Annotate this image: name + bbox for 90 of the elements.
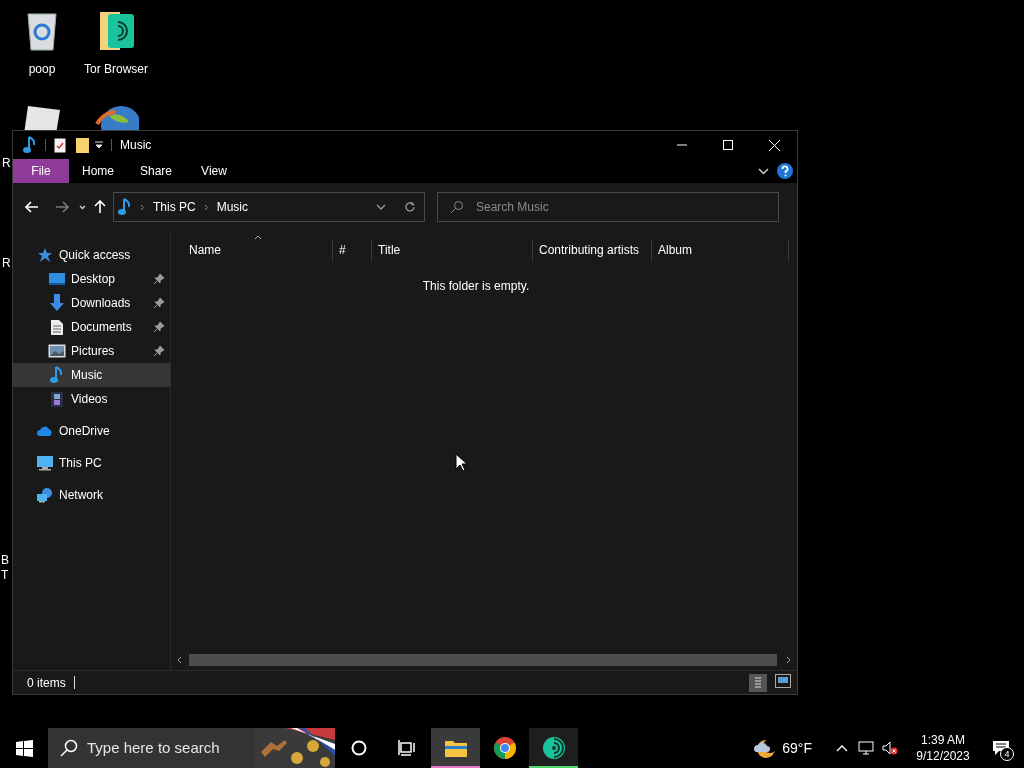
chevron-right-icon (203, 203, 209, 211)
navigation-item[interactable]: This PC (13, 451, 170, 475)
pin-icon[interactable] (154, 322, 164, 332)
film-icon (50, 390, 64, 408)
pin-icon[interactable] (154, 274, 164, 284)
details-view-icon[interactable] (749, 673, 767, 692)
chevron-down-icon[interactable] (376, 204, 386, 210)
navigation-item[interactable]: Network (13, 483, 170, 507)
taskbar-search-field[interactable]: Type here to search (87, 736, 257, 760)
muted-speaker-icon[interactable] (882, 741, 898, 755)
monitor-icon (48, 271, 66, 287)
ribbon-tab[interactable]: View (185, 159, 243, 183)
column-header[interactable]: Contributing artists (533, 239, 652, 261)
scrollbar-thumb[interactable] (189, 654, 777, 666)
chevron-down-icon[interactable] (79, 204, 86, 210)
music-note-icon (50, 366, 64, 384)
column-header[interactable]: Album (652, 239, 789, 261)
desktop-icon-label: R (2, 157, 11, 169)
windows-logo-icon[interactable] (15, 739, 33, 757)
browser-ball-icon (492, 736, 517, 760)
document-icon (50, 318, 64, 336)
star-icon (37, 247, 53, 263)
large-icons-view-icon[interactable] (775, 673, 791, 688)
pin-icon[interactable] (154, 298, 164, 308)
clock-time[interactable]: 1:39 AM (921, 732, 965, 748)
onion-ring-icon (541, 736, 566, 760)
folder-icon[interactable] (76, 137, 89, 153)
forward-arrow-icon[interactable] (55, 201, 69, 213)
help-icon[interactable] (777, 163, 793, 179)
network-icon[interactable] (858, 741, 874, 755)
navigation-item[interactable]: Downloads (13, 291, 170, 315)
search-icon (450, 200, 464, 214)
folder-icon (443, 738, 468, 758)
network-icon (36, 487, 54, 503)
desktop-icon-label: T (1, 569, 9, 581)
search-box[interactable]: Search Music (437, 192, 779, 222)
download-arrow-icon (49, 294, 65, 312)
circle-icon[interactable] (351, 740, 367, 756)
column-header[interactable]: # (333, 239, 372, 261)
column-header[interactable]: Title (372, 239, 533, 261)
navigation-item[interactable]: Videos (13, 387, 170, 411)
pin-icon[interactable] (154, 346, 164, 356)
chevron-up-icon[interactable] (836, 744, 848, 752)
music-note-icon (118, 198, 132, 216)
navigation-item[interactable]: Pictures (13, 339, 170, 363)
clock-date[interactable]: 9/12/2023 (916, 748, 970, 764)
mouse-pointer-icon (455, 453, 467, 472)
address-bar[interactable]: This PC Music (113, 192, 425, 222)
scroll-right-icon[interactable] (785, 656, 793, 664)
desktop-icon-label: R (2, 257, 11, 269)
window-title: Music (120, 137, 152, 154)
caret-icon[interactable] (95, 141, 103, 149)
breadcrumb-item[interactable]: Music (216, 198, 249, 216)
navigation-item[interactable]: Music (13, 363, 170, 387)
column-header[interactable]: Name (183, 239, 333, 261)
desktop-icon-label: B (1, 554, 9, 566)
item-count: 0 items (27, 674, 66, 692)
close-icon[interactable] (768, 139, 780, 151)
maximize-icon[interactable] (723, 140, 733, 150)
chevron-down-icon[interactable] (758, 167, 769, 175)
navigation-item[interactable]: OneDrive (13, 419, 170, 443)
empty-folder-message: This folder is empty. (422, 278, 530, 295)
picture-icon (48, 344, 66, 358)
search-icon (60, 739, 78, 757)
desktop-icon-label[interactable]: poop (28, 60, 56, 78)
navigation-item[interactable]: Quick access (13, 243, 170, 267)
taskbar-app-button[interactable] (431, 728, 480, 768)
scroll-left-icon[interactable] (175, 656, 183, 664)
notification-button[interactable]: 4 (978, 728, 1024, 768)
task-view-icon[interactable] (398, 740, 416, 756)
taskbar-app-button[interactable] (529, 728, 578, 768)
navigation-item[interactable]: Documents (13, 315, 170, 339)
checklist-icon[interactable] (54, 137, 66, 153)
breadcrumb-item[interactable]: This PC (153, 198, 196, 216)
computer-icon (36, 455, 54, 471)
ribbon-tab[interactable]: Share (127, 159, 185, 183)
moon-cloud-icon[interactable] (752, 737, 777, 759)
cloud-icon (36, 425, 54, 437)
chevron-right-icon (140, 203, 145, 211)
up-arrow-icon[interactable] (94, 200, 106, 214)
refresh-icon[interactable] (404, 201, 416, 213)
desktop-icon-label[interactable]: Tor Browser (84, 60, 148, 78)
navigation-item[interactable]: Desktop (13, 267, 170, 291)
ribbon-tab[interactable]: File (13, 159, 69, 183)
search-field[interactable]: Search Music (476, 198, 756, 216)
music-note-icon (23, 136, 37, 154)
back-arrow-icon[interactable] (25, 201, 39, 213)
ribbon-tab[interactable]: Home (69, 159, 127, 183)
taskbar-search-box[interactable]: Type here to search (48, 728, 335, 768)
weather-temperature[interactable]: 69°F (782, 737, 812, 759)
